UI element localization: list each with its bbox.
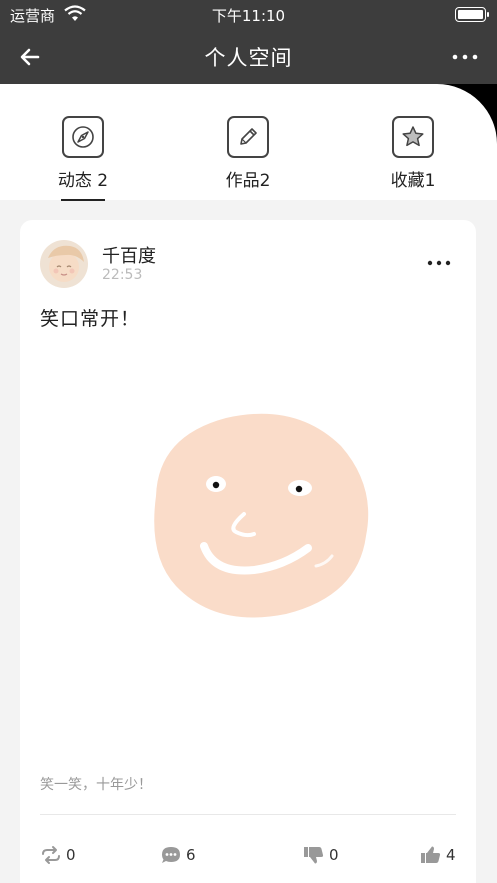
post-more-icon[interactable]	[426, 258, 452, 268]
repost-icon	[42, 846, 60, 864]
like-button[interactable]: 4	[420, 844, 456, 866]
thumbs-down-icon	[304, 847, 324, 864]
battery-icon	[455, 7, 489, 22]
dislike-button[interactable]: 0	[303, 844, 339, 866]
comment-count: 6	[186, 846, 196, 864]
tab-favorites[interactable]: 收藏1	[353, 116, 473, 191]
tab-works[interactable]: 作品2	[188, 116, 308, 191]
divider	[40, 814, 456, 815]
post-caption: 笑一笑，十年少！	[40, 777, 152, 793]
comment-button[interactable]: 6	[160, 844, 196, 866]
post-time: 22:53	[102, 267, 143, 283]
pencil-icon	[227, 116, 269, 158]
active-tab-indicator	[61, 199, 105, 201]
tab-label: 收藏1	[390, 171, 436, 191]
tab-label: 动态 2	[57, 171, 109, 191]
tab-label: 作品2	[225, 171, 271, 191]
forward-button[interactable]: 0	[40, 844, 76, 866]
profile-tabs: 动态 2 作品2 收藏1	[0, 84, 497, 201]
thumbs-up-icon	[421, 846, 441, 863]
status-bar: 运营商 下午11:10	[0, 0, 497, 30]
comment-icon	[162, 847, 180, 863]
tab-dynamics[interactable]: 动态 2	[23, 116, 143, 201]
dislike-count: 0	[329, 846, 339, 864]
avatar[interactable]	[40, 240, 88, 288]
page-title: 个人空间	[204, 46, 293, 70]
post-text: 笑口常开！	[40, 308, 141, 330]
post-card: 千百度 22:53 笑口常开！ 笑一笑，十年少！ 0 6 0 4	[20, 220, 476, 883]
star-icon	[392, 116, 434, 158]
nav-bar: 个人空间	[0, 30, 497, 84]
compass-icon	[62, 116, 104, 158]
forward-count: 0	[66, 846, 76, 864]
post-username[interactable]: 千百度	[102, 242, 156, 268]
status-time: 下午11:10	[211, 7, 286, 25]
smiley-drawing[interactable]	[136, 406, 376, 626]
more-options-icon[interactable]	[451, 45, 479, 69]
like-count: 4	[446, 846, 456, 864]
